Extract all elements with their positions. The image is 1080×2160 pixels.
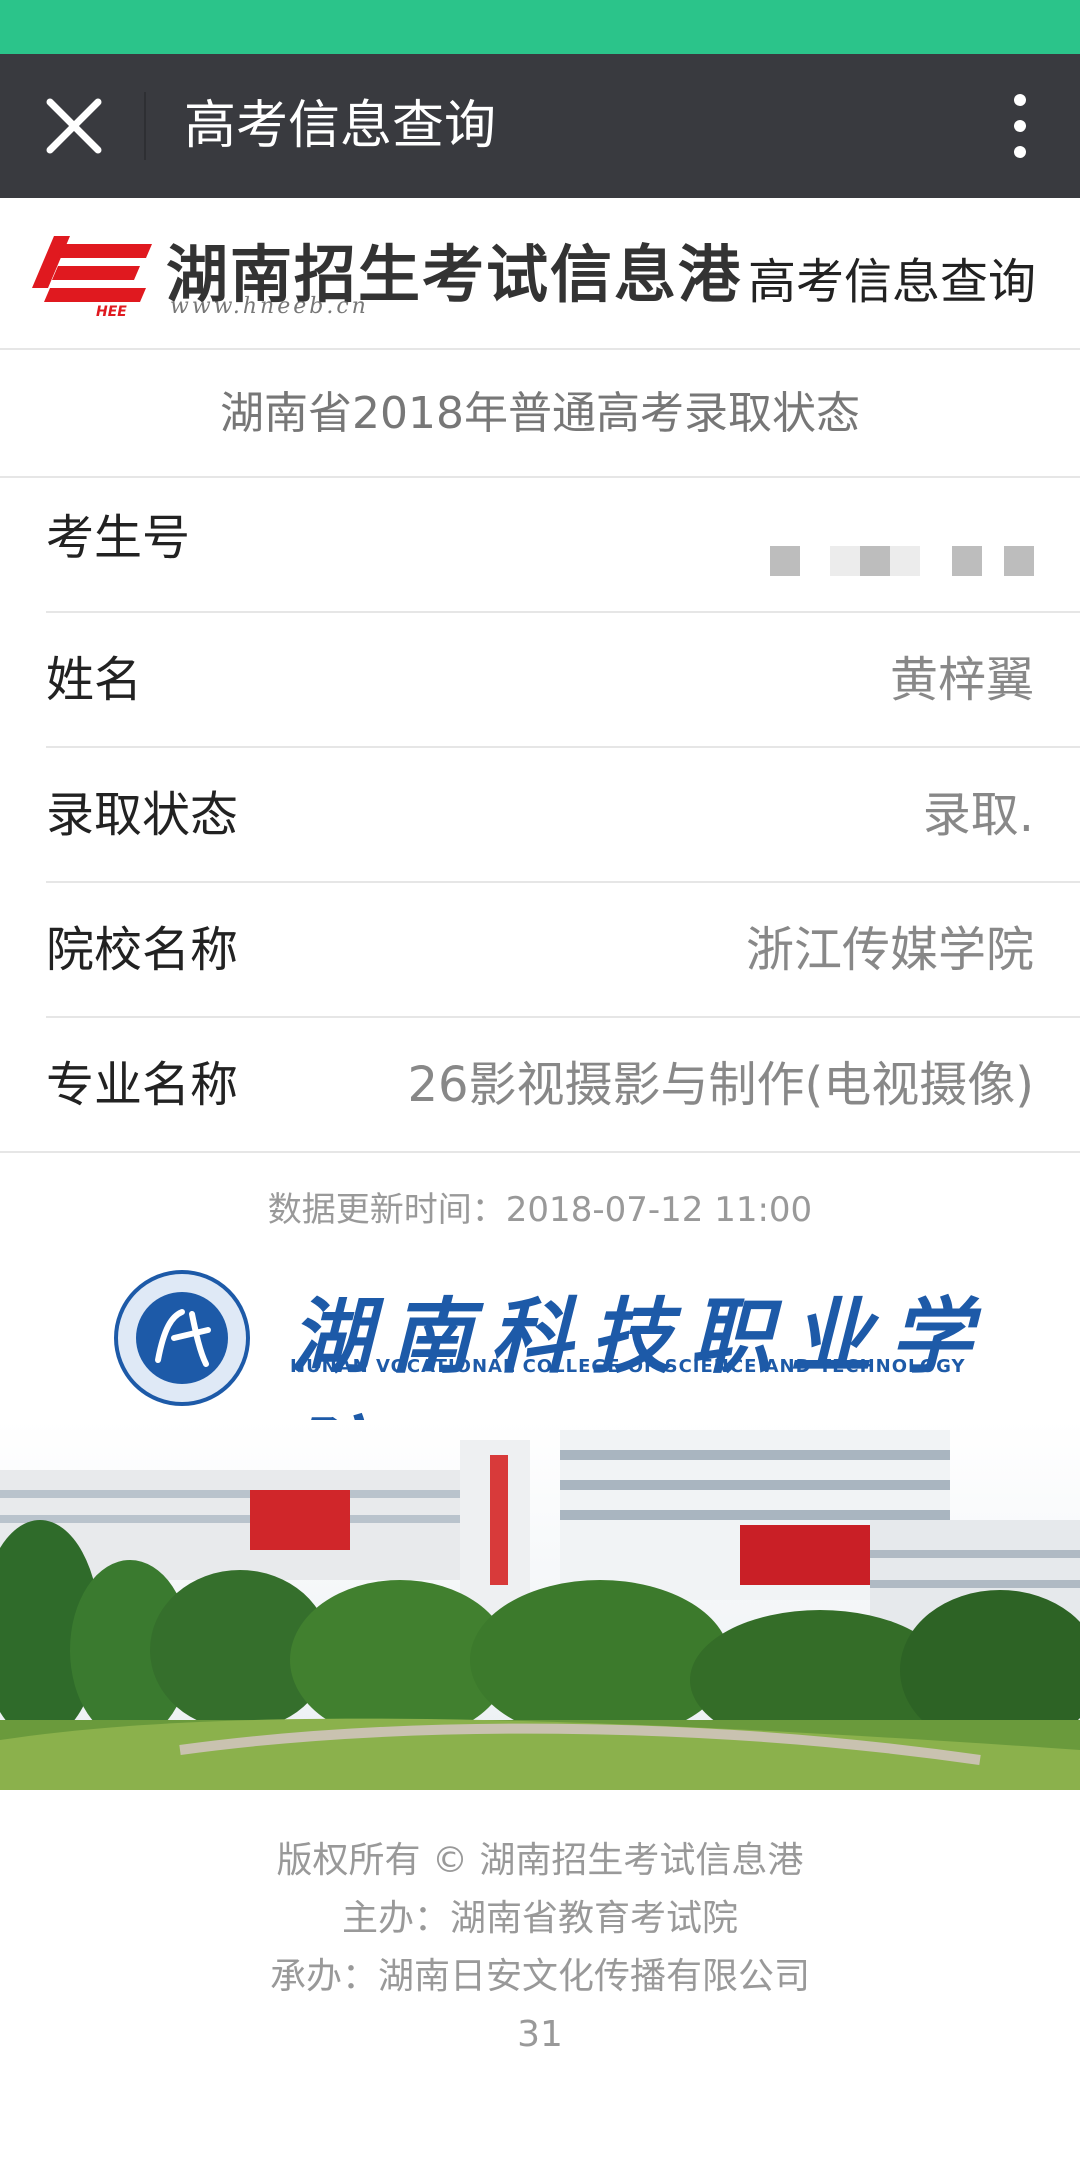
header-query-link[interactable]: 高考信息查询 [748,242,1036,312]
exam-number-masked-value [770,546,1034,576]
page-subtitle: 湖南省2018年普通高考录取状态 [0,350,1080,478]
table-row: 考生号 [46,478,1080,613]
footer: 版权所有 © 湖南招生考试信息港 主办：湖南省教育考试院 承办：湖南日安文化传播… [0,1832,1080,2064]
footer-copyright: 版权所有 © 湖南招生考试信息港 [276,1840,804,1881]
table-row: 姓名 黄梓翼 [46,613,1080,748]
close-button[interactable] [40,92,108,160]
footer-organizer: 承办：湖南日安文化传播有限公司 [269,1956,810,1997]
exam-number-label: 考生号 [46,510,191,566]
hee-logo-icon[interactable]: HEE [24,226,160,318]
admission-info-table: 考生号 姓名 黄梓翼 录取状态 录取. 院校名称 浙江传媒学院 专业名称 26影… [0,478,1080,1153]
site-header: HEE 湖南招生考试信息港 www.hneeb.cn 高考信息查询 [0,198,1080,350]
status-bar [0,0,1080,54]
admission-status-value: 录取. [922,787,1034,843]
data-update-time: 数据更新时间：2018-07-12 11:00 [267,1190,813,1230]
nav-divider [144,92,146,160]
name-label: 姓名 [46,652,143,708]
svg-text:HEE: HEE [96,304,127,318]
table-row: 专业名称 26影视摄影与制作(电视摄像) [0,1018,1080,1153]
college-name-en: HUNAN VOCATIONAL COLLEGE OF SCIENCE AND … [290,1356,966,1377]
nav-bar: 高考信息查询 [0,54,1080,198]
table-row: 录取状态 录取. [46,748,1080,883]
college-emblem-icon [114,1270,250,1406]
close-icon [46,98,102,154]
major-name-value: 26影视摄影与制作(电视摄像) [407,1057,1034,1113]
more-vertical-icon [1014,94,1026,106]
site-logo-url: www.hneeb.cn [170,294,369,319]
name-value: 黄梓翼 [889,652,1034,708]
school-name-label: 院校名称 [46,922,239,978]
admission-status-label: 录取状态 [46,787,239,843]
campus-photo [0,1420,1080,1790]
college-ad-banner[interactable]: 湖南科技职业学院 HUNAN VOCATIONAL COLLEGE OF SCI… [0,1250,1080,1790]
footer-host: 主办：湖南省教育考试院 [341,1898,738,1939]
major-name-label: 专业名称 [46,1057,239,1113]
table-row: 院校名称 浙江传媒学院 [46,883,1080,1018]
footer-visit-count: 31 [517,2014,563,2055]
nav-title: 高考信息查询 [184,96,497,156]
more-button[interactable] [1008,94,1032,158]
school-name-value: 浙江传媒学院 [745,922,1034,978]
